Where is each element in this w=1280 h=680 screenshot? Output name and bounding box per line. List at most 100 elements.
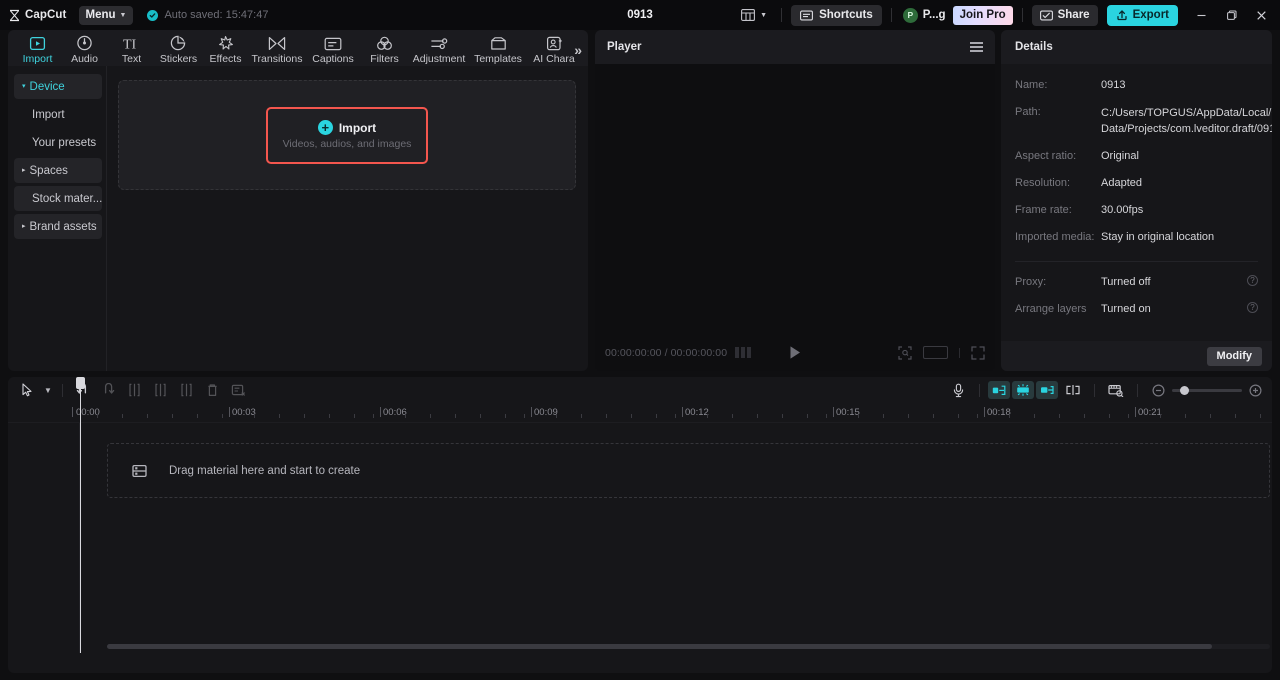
details-row-value: Original: [1101, 150, 1139, 162]
details-row-value: C:/Users/TOPGUS/AppData/Local/CapCut/Use…: [1101, 107, 1272, 135]
toolbar-item-effects[interactable]: Effects: [202, 32, 249, 65]
zoom-out-icon[interactable]: [1152, 383, 1165, 397]
window-controls: [1186, 0, 1276, 30]
divider: [106, 66, 107, 371]
help-icon[interactable]: ?: [1247, 275, 1258, 286]
import-button[interactable]: + Import Videos, audios, and images: [266, 106, 428, 164]
shortcuts-label: Shortcuts: [819, 9, 873, 21]
split-track-icon[interactable]: [1060, 379, 1086, 401]
toolbar-item-templates[interactable]: Templates: [470, 32, 526, 65]
menu-button[interactable]: Menu ▼: [78, 5, 134, 25]
split-icon[interactable]: [121, 379, 147, 401]
capcut-app-window: CapCut Menu ▼ Auto saved: 15:47:47 ▼ Sho…: [0, 0, 1280, 680]
sidebar-item-import[interactable]: Import: [14, 102, 102, 127]
effects-sparkle-icon: [217, 34, 234, 51]
timeline-drop-hint: Drag material here and start to create: [169, 464, 361, 477]
toolbar-item-label: Templates: [474, 52, 522, 65]
details-row-value: Adapted: [1101, 177, 1142, 189]
timeline-toolbar-right: [945, 379, 1266, 401]
toolbar-item-adjustment[interactable]: Adjustment: [408, 32, 470, 65]
modify-button[interactable]: Modify: [1206, 346, 1262, 366]
sidebar-item-spaces[interactable]: ▸ Spaces: [14, 158, 102, 183]
trim-right-icon[interactable]: [173, 379, 199, 401]
toolbar-item-text[interactable]: TI Text: [108, 32, 155, 65]
import-media-icon: [29, 34, 46, 51]
zoom-slider-handle[interactable]: [1180, 385, 1189, 395]
select-cursor-icon[interactable]: [14, 379, 40, 401]
timeline-panel: ▼ 00:00 00:03 00:06 00:09 00:12 00:15 00…: [8, 377, 1272, 673]
toolbar-item-label: Audio: [71, 52, 98, 65]
crop-clip-icon[interactable]: [225, 379, 251, 401]
timeline-horizontal-scrollbar[interactable]: [107, 644, 1270, 649]
microphone-icon[interactable]: [945, 379, 971, 401]
help-icon[interactable]: ?: [1247, 302, 1258, 313]
details-row-imported-media: Imported media: Stay in original locatio…: [1015, 230, 1258, 245]
ruler-label: 00:06: [383, 407, 407, 418]
timeline-zoom-slider[interactable]: [1152, 383, 1262, 397]
playhead[interactable]: [76, 377, 85, 653]
toolbar-item-transitions[interactable]: Transitions: [249, 32, 305, 65]
timeline-toolbar: ▼: [8, 377, 1272, 403]
menu-label: Menu: [85, 9, 116, 21]
timeline-tracks-area[interactable]: Drag material here and start to create: [81, 423, 1272, 653]
sidebar-item-device[interactable]: ▾ Device: [14, 74, 102, 99]
toolbar-item-label: Effects: [209, 52, 242, 65]
title-bar: CapCut Menu ▼ Auto saved: 15:47:47 ▼ Sho…: [0, 0, 1280, 30]
player-stage[interactable]: [595, 64, 995, 334]
export-button[interactable]: Export: [1106, 4, 1178, 26]
cover-edit-icon[interactable]: [1103, 379, 1129, 401]
share-label: Share: [1057, 9, 1090, 21]
app-logo: CapCut: [8, 9, 67, 22]
minimize-icon[interactable]: [1186, 0, 1216, 30]
toolbar-item-stickers[interactable]: Stickers: [155, 32, 202, 65]
fullscreen-icon[interactable]: [971, 345, 985, 360]
share-button[interactable]: Share: [1031, 4, 1098, 26]
playhead-handle[interactable]: [76, 377, 85, 389]
account-button[interactable]: P P...g: [902, 7, 946, 23]
keyframe-icon[interactable]: [1012, 381, 1034, 399]
hamburger-menu-icon[interactable]: [970, 42, 983, 52]
ruler-label: 00:21: [1138, 407, 1162, 418]
audio-note-icon: [76, 34, 93, 51]
mixer-icon[interactable]: [1036, 381, 1058, 399]
export-upload-icon: [1116, 9, 1128, 21]
toolbar-more-button[interactable]: »: [574, 42, 582, 58]
film-strip-icon: [132, 464, 147, 478]
sidebar-item-your-presets[interactable]: Your presets: [14, 130, 102, 155]
toolbar-item-import[interactable]: Import: [14, 32, 61, 65]
auto-captions-icon[interactable]: [988, 381, 1010, 399]
details-row-key: Name:: [1015, 79, 1048, 91]
details-row-arrange-layers: Arrange layers Turned on ?: [1015, 302, 1258, 317]
quality-bars-icon[interactable]: [735, 347, 752, 358]
sidebar-item-brand-assets[interactable]: ▸ Brand assets: [14, 214, 102, 239]
media-side-nav: ▾ Device Import Your presets ▸ Spaces St…: [8, 66, 108, 371]
close-icon[interactable]: [1246, 0, 1276, 30]
timeline-ruler[interactable]: 00:00 00:03 00:06 00:09 00:12 00:15 00:1…: [8, 403, 1272, 423]
layout-switch-button[interactable]: ▼: [736, 6, 772, 24]
sidebar-item-stock-materials[interactable]: Stock mater...: [14, 186, 102, 211]
zoom-slider-track[interactable]: [1172, 385, 1242, 395]
details-row-frame-rate: Frame rate: 30.00fps: [1015, 203, 1258, 218]
aspect-ratio-icon[interactable]: [923, 346, 948, 359]
scrollbar-thumb[interactable]: [107, 644, 1212, 649]
details-row-resolution: Resolution: Adapted: [1015, 176, 1258, 191]
delete-trash-icon[interactable]: [199, 379, 225, 401]
chevron-down-icon[interactable]: ▼: [40, 379, 56, 401]
shortcuts-button[interactable]: Shortcuts: [791, 4, 882, 26]
join-pro-button[interactable]: Join Pro: [952, 5, 1013, 25]
trim-left-icon[interactable]: [147, 379, 173, 401]
details-row-aspect-ratio: Aspect ratio: Original: [1015, 149, 1258, 164]
import-button-row: + Import: [317, 120, 376, 135]
toolbar-item-audio[interactable]: Audio: [61, 32, 108, 65]
crop-focus-icon[interactable]: [898, 345, 912, 360]
maximize-icon[interactable]: [1216, 0, 1246, 30]
redo-icon[interactable]: [95, 379, 121, 401]
export-label: Export: [1132, 9, 1169, 21]
check-circle-icon: [147, 9, 159, 21]
timeline-drop-zone[interactable]: Drag material here and start to create: [107, 443, 1270, 498]
media-drop-zone[interactable]: + Import Videos, audios, and images: [118, 80, 576, 190]
play-icon[interactable]: [788, 345, 802, 360]
toolbar-item-filters[interactable]: Filters: [361, 32, 408, 65]
zoom-in-icon[interactable]: [1249, 383, 1262, 397]
toolbar-item-captions[interactable]: Captions: [305, 32, 361, 65]
